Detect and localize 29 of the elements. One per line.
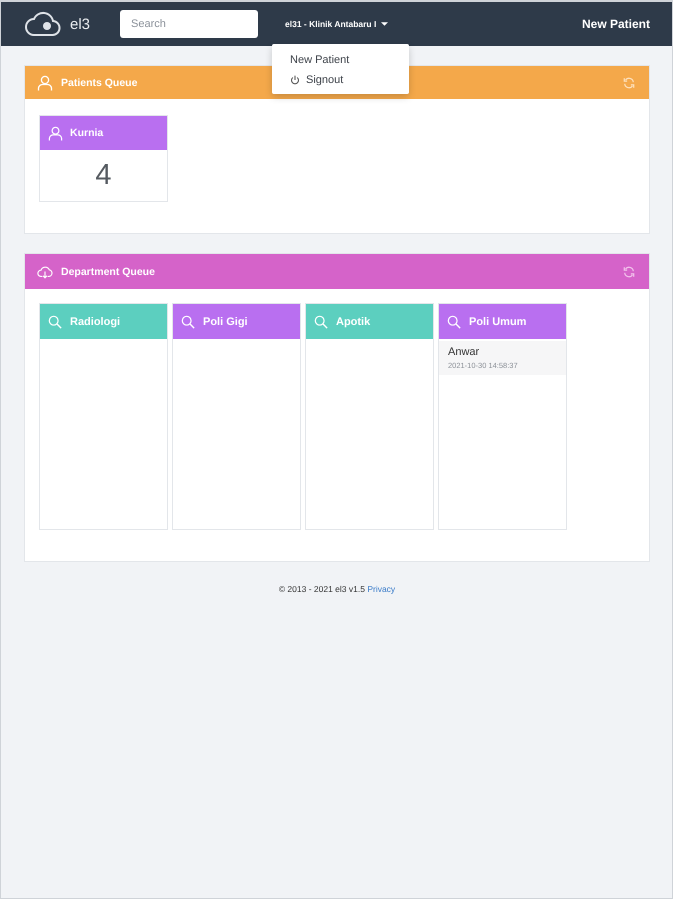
search-icon — [447, 314, 461, 328]
search-icon — [48, 314, 62, 328]
search-field[interactable]: Search — [120, 10, 258, 38]
search-icon — [314, 314, 328, 328]
power-icon — [290, 75, 300, 85]
menu-item[interactable]: New Patient — [272, 50, 410, 70]
caret-icon — [381, 22, 388, 26]
refresh-icon[interactable] — [623, 266, 635, 278]
panel-title: Patients Queue — [61, 76, 138, 88]
brand-name[interactable]: el3 — [70, 16, 90, 32]
user-icon — [48, 126, 63, 140]
privacy-link[interactable]: Privacy — [367, 584, 396, 594]
user-icon — [37, 74, 53, 90]
account-dropdown-toggle[interactable]: el31 - Klinik Antabaru I — [285, 15, 388, 33]
queue-count: 4 — [94, 158, 113, 193]
signout-menu-item[interactable]: Signout — [272, 70, 410, 90]
cloud-download-icon — [37, 264, 53, 280]
department-name: Poli Umum — [469, 316, 526, 328]
panel-title: Department Queue — [61, 266, 155, 278]
search-icon — [181, 314, 195, 328]
department-name: Poli Gigi — [203, 316, 248, 328]
department-name: Radiologi — [70, 316, 120, 328]
refresh-icon[interactable] — [623, 76, 635, 88]
footer-text: © 2013 - 2021 el3 v1.5 Privacy — [278, 584, 396, 594]
new-patient-link[interactable]: New Patient — [582, 17, 650, 31]
department-name: Apotik — [336, 316, 370, 328]
patient-name: Anwar — [448, 346, 480, 358]
cloud-logo-icon[interactable] — [25, 11, 61, 37]
queue-name: Kurnia — [70, 127, 104, 139]
